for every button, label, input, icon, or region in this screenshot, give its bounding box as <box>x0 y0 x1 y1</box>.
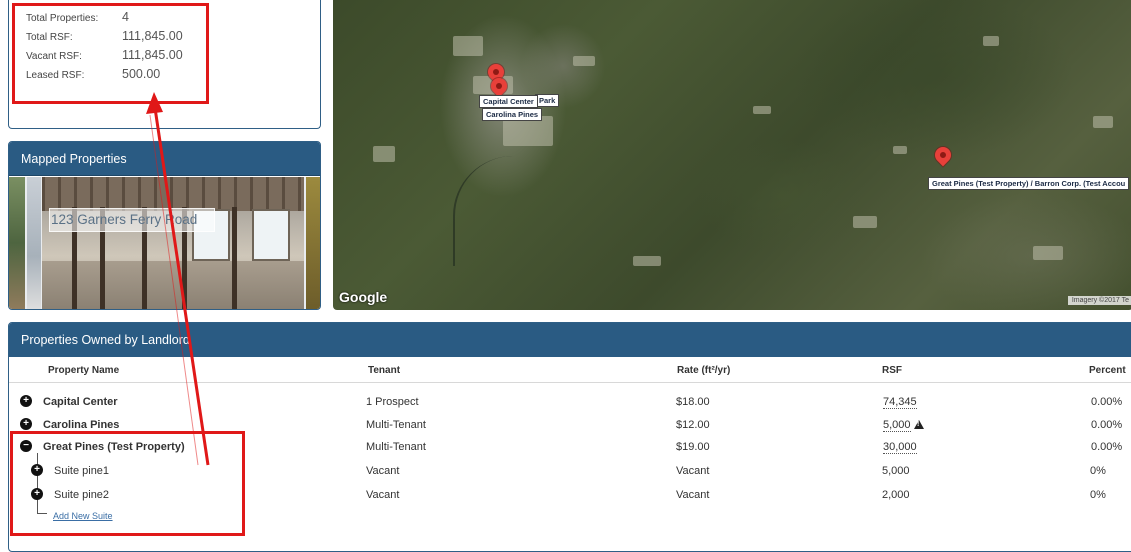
suite-row[interactable]: + Suite pine1 Vacant Vacant 5,000 0% <box>9 460 1131 482</box>
rate: Vacant <box>676 465 710 477</box>
photo-column <box>232 207 237 309</box>
property-name[interactable]: Great Pines (Test Property) <box>43 441 185 453</box>
stat-label: Leased RSF: <box>26 70 85 81</box>
map-attribution: Imagery ©2017 Te <box>1067 296 1131 305</box>
stat-leased-rsf: Leased RSF: 500.00 <box>26 67 183 86</box>
tenant: Vacant <box>366 465 400 477</box>
rsf[interactable]: 5,000 <box>883 419 911 432</box>
table-row[interactable]: − Great Pines (Test Property) Multi-Tena… <box>9 436 1131 458</box>
stats-card: Total Properties: 4 Total RSF: 111,845.0… <box>8 0 321 129</box>
mapped-properties-card: Mapped Properties 123 Garners Ferry Road <box>8 141 321 310</box>
tenant: 1 Prospect <box>366 396 419 408</box>
google-logo: Google <box>339 289 388 305</box>
expand-plus-icon[interactable]: + <box>20 395 32 407</box>
col-header-rsf[interactable]: RSF <box>882 365 902 376</box>
expand-plus-icon[interactable]: + <box>20 418 32 430</box>
col-header-percent[interactable]: Percent <box>1089 365 1126 376</box>
property-map[interactable]: Park Capital Center Carolina Pines Great… <box>333 0 1131 310</box>
stat-label: Total Properties: <box>26 13 99 24</box>
carousel-slide-prev[interactable] <box>9 177 25 309</box>
stat-vacant-rsf: Vacant RSF: 111,845.00 <box>26 48 183 67</box>
percent: 0% <box>1090 489 1106 501</box>
percent: 0% <box>1090 465 1106 477</box>
percent: 0.00% <box>1091 419 1123 431</box>
warning-icon[interactable] <box>913 420 924 429</box>
map-label-carolina-pines[interactable]: Carolina Pines <box>482 108 543 121</box>
table-header: Property Name Tenant Rate (ft²/yr) RSF P… <box>9 357 1131 383</box>
stat-total-rsf: Total RSF: 111,845.00 <box>26 29 183 48</box>
slide-caption[interactable]: 123 Garners Ferry Road <box>49 208 215 232</box>
col-header-rate[interactable]: Rate (ft²/yr) <box>677 365 730 376</box>
stat-value: 4 <box>122 10 129 24</box>
table-row[interactable]: + Capital Center 1 Prospect $18.00 74,34… <box>9 391 1131 413</box>
map-label-great-pines[interactable]: Great Pines (Test Property) / Barron Cor… <box>928 177 1130 190</box>
tenant: Multi-Tenant <box>366 419 426 431</box>
collapse-minus-icon[interactable]: − <box>20 440 32 452</box>
stat-total-properties: Total Properties: 4 <box>26 10 183 29</box>
rsf: 5,000 <box>882 465 910 477</box>
photo-floor <box>42 261 304 309</box>
rsf-cell: 5,000 <box>883 419 924 432</box>
expand-plus-icon[interactable]: + <box>31 488 43 500</box>
stat-label: Vacant RSF: <box>26 51 82 62</box>
photo-window <box>252 209 290 261</box>
rate: $12.00 <box>676 419 710 431</box>
col-header-tenant[interactable]: Tenant <box>368 365 400 376</box>
percent: 0.00% <box>1091 396 1123 408</box>
suite-name[interactable]: Suite pine2 <box>54 489 109 501</box>
stat-value: 111,845.00 <box>122 29 183 43</box>
carousel-slide-prev-2[interactable] <box>27 177 41 309</box>
rate: Vacant <box>676 489 710 501</box>
properties-card: Properties Owned by Landlord Property Na… <box>8 322 1131 552</box>
carousel-slide-next[interactable] <box>306 177 320 309</box>
table-row[interactable]: + Carolina Pines Multi-Tenant $12.00 5,0… <box>9 414 1131 436</box>
stat-value: 500.00 <box>122 67 161 81</box>
map-river <box>453 156 633 266</box>
expand-plus-icon[interactable]: + <box>31 464 43 476</box>
map-pin-great-pines[interactable] <box>931 143 955 167</box>
col-header-property-name[interactable]: Property Name <box>48 365 119 376</box>
tenant: Vacant <box>366 489 400 501</box>
property-carousel[interactable]: 123 Garners Ferry Road <box>9 177 320 309</box>
suite-name[interactable]: Suite pine1 <box>54 465 109 477</box>
stat-value: 111,845.00 <box>122 48 183 62</box>
property-name[interactable]: Capital Center <box>43 396 118 408</box>
percent: 0.00% <box>1091 441 1123 453</box>
rate: $18.00 <box>676 396 710 408</box>
tree-connector <box>37 513 47 514</box>
tenant: Multi-Tenant <box>366 441 426 453</box>
rate: $19.00 <box>676 441 710 453</box>
map-label-park[interactable]: Park <box>535 94 560 107</box>
add-new-suite-link[interactable]: Add New Suite <box>53 511 113 521</box>
properties-title: Properties Owned by Landlord <box>9 323 1131 357</box>
carousel-slide-active[interactable] <box>42 177 304 309</box>
rsf: 2,000 <box>882 489 910 501</box>
stat-label: Total RSF: <box>26 32 73 43</box>
stats-list: Total Properties: 4 Total RSF: 111,845.0… <box>26 10 183 86</box>
rsf[interactable]: 30,000 <box>883 441 917 454</box>
suite-row[interactable]: + Suite pine2 Vacant Vacant 2,000 0% <box>9 484 1131 506</box>
property-name[interactable]: Carolina Pines <box>43 419 119 431</box>
mapped-properties-title: Mapped Properties <box>9 142 320 176</box>
photo-ceiling <box>42 177 304 211</box>
map-label-capital-center[interactable]: Capital Center <box>479 95 538 108</box>
rsf[interactable]: 74,345 <box>883 396 917 409</box>
